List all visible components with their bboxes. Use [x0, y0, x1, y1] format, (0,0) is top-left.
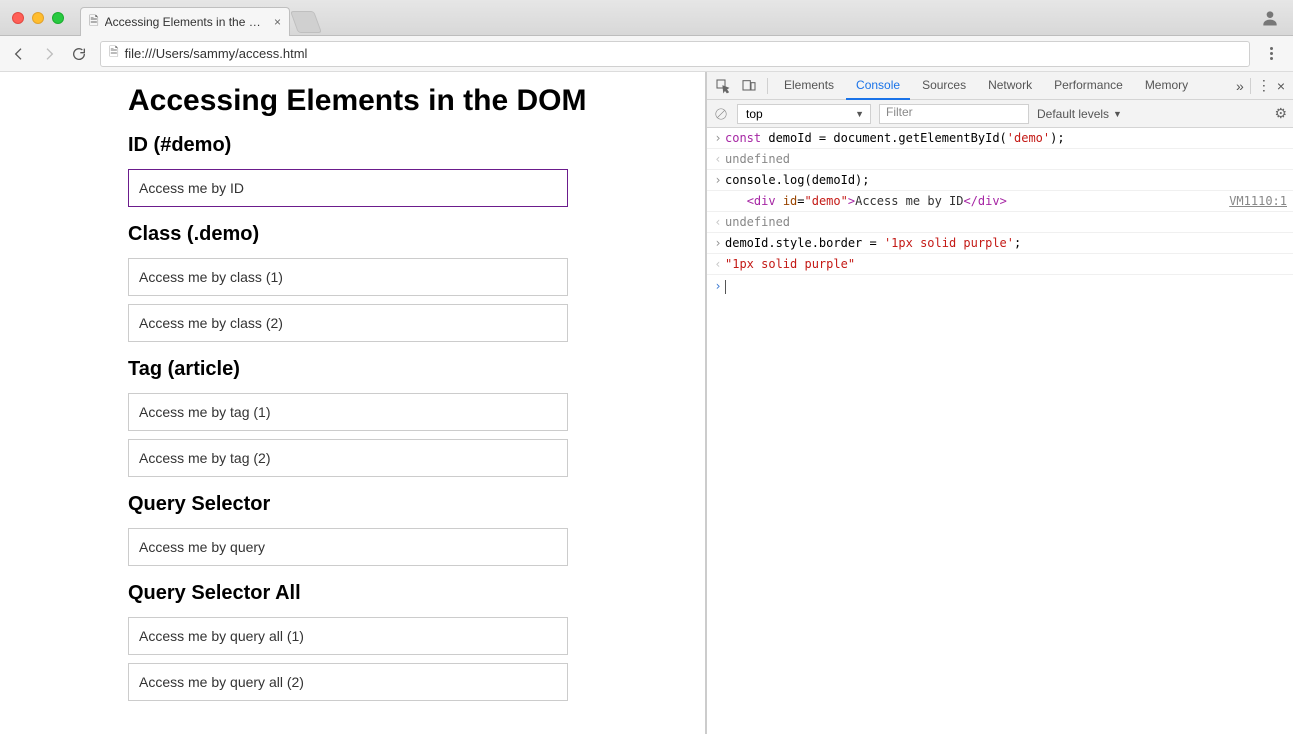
- devtools-panel: Elements Console Sources Network Perform…: [707, 72, 1293, 734]
- zoom-window-button[interactable]: [52, 12, 64, 24]
- console-output[interactable]: ›const demoId = document.getElementById(…: [707, 128, 1293, 734]
- device-toolbar-icon[interactable]: [737, 74, 761, 98]
- console-source-link[interactable]: VM1110:1: [1229, 192, 1287, 210]
- browser-tab[interactable]: 🗎 Accessing Elements in the DOM ×: [80, 7, 290, 36]
- devtools-tab-console[interactable]: Console: [846, 72, 910, 100]
- console-toolbar: top ▼ Filter Default levels ▼ ⚙: [707, 100, 1293, 128]
- devtools-tab-memory[interactable]: Memory: [1135, 72, 1198, 100]
- section-id-heading: ID (#demo): [128, 134, 683, 157]
- section-tag-heading: Tag (article): [128, 358, 683, 381]
- new-tab-button[interactable]: [290, 11, 322, 33]
- reload-button[interactable]: [70, 45, 88, 63]
- page-content: Accessing Elements in the DOM ID (#demo)…: [0, 72, 707, 734]
- console-levels-select[interactable]: Default levels ▼: [1037, 107, 1122, 121]
- devtools-tab-performance[interactable]: Performance: [1044, 72, 1133, 100]
- file-icon: 🗎: [89, 12, 99, 33]
- demo-query-all-box: Access me by query all (1): [128, 617, 568, 655]
- page-icon: 🗎: [109, 43, 119, 64]
- chevron-down-icon: ▼: [855, 109, 864, 119]
- devtools-tabbar: Elements Console Sources Network Perform…: [707, 72, 1293, 100]
- devtools-tab-elements[interactable]: Elements: [774, 72, 844, 100]
- console-levels-label: Default levels: [1037, 107, 1109, 121]
- console-context-label: top: [746, 107, 763, 121]
- demo-tag-box: Access me by tag (2): [128, 439, 568, 477]
- devtools-close-icon[interactable]: ×: [1273, 78, 1289, 94]
- address-bar: 🗎 file:///Users/sammy/access.html: [0, 36, 1293, 72]
- console-context-select[interactable]: top ▼: [737, 104, 871, 124]
- demo-class-box: Access me by class (1): [128, 258, 568, 296]
- tab-strip: 🗎 Accessing Elements in the DOM ×: [80, 0, 318, 35]
- devtools-tab-sources[interactable]: Sources: [912, 72, 976, 100]
- url-text: file:///Users/sammy/access.html: [125, 46, 308, 61]
- demo-class-box: Access me by class (2): [128, 304, 568, 342]
- devtools-overflow-icon[interactable]: »: [1236, 78, 1244, 94]
- console-filter-input[interactable]: Filter: [879, 104, 1029, 124]
- profile-button[interactable]: [1259, 7, 1281, 29]
- devtools-tab-network[interactable]: Network: [978, 72, 1042, 100]
- devtools-menu-icon[interactable]: ⋮: [1257, 77, 1271, 94]
- omnibox[interactable]: 🗎 file:///Users/sammy/access.html: [100, 41, 1250, 67]
- tab-title: Accessing Elements in the DOM: [105, 15, 268, 29]
- demo-query-all-box: Access me by query all (2): [128, 663, 568, 701]
- tab-close-icon[interactable]: ×: [274, 15, 281, 29]
- demo-query-box: Access me by query: [128, 528, 568, 566]
- demo-id-box: Access me by ID: [128, 169, 568, 207]
- traffic-lights: [0, 12, 64, 24]
- browser-menu-button[interactable]: [1262, 47, 1280, 60]
- demo-tag-box: Access me by tag (1): [128, 393, 568, 431]
- forward-button[interactable]: [40, 45, 58, 63]
- back-button[interactable]: [10, 45, 28, 63]
- console-prompt[interactable]: ›: [707, 275, 1293, 296]
- window-titlebar: 🗎 Accessing Elements in the DOM ×: [0, 0, 1293, 36]
- minimize-window-button[interactable]: [32, 12, 44, 24]
- inspect-element-icon[interactable]: [711, 74, 735, 98]
- section-class-heading: Class (.demo): [128, 223, 683, 246]
- chevron-down-icon: ▼: [1113, 109, 1122, 119]
- console-settings-icon[interactable]: ⚙: [1274, 105, 1287, 122]
- page-title: Accessing Elements in the DOM: [128, 84, 683, 118]
- clear-console-icon[interactable]: [713, 106, 729, 122]
- close-window-button[interactable]: [12, 12, 24, 24]
- section-query-heading: Query Selector: [128, 493, 683, 516]
- section-query-all-heading: Query Selector All: [128, 582, 683, 605]
